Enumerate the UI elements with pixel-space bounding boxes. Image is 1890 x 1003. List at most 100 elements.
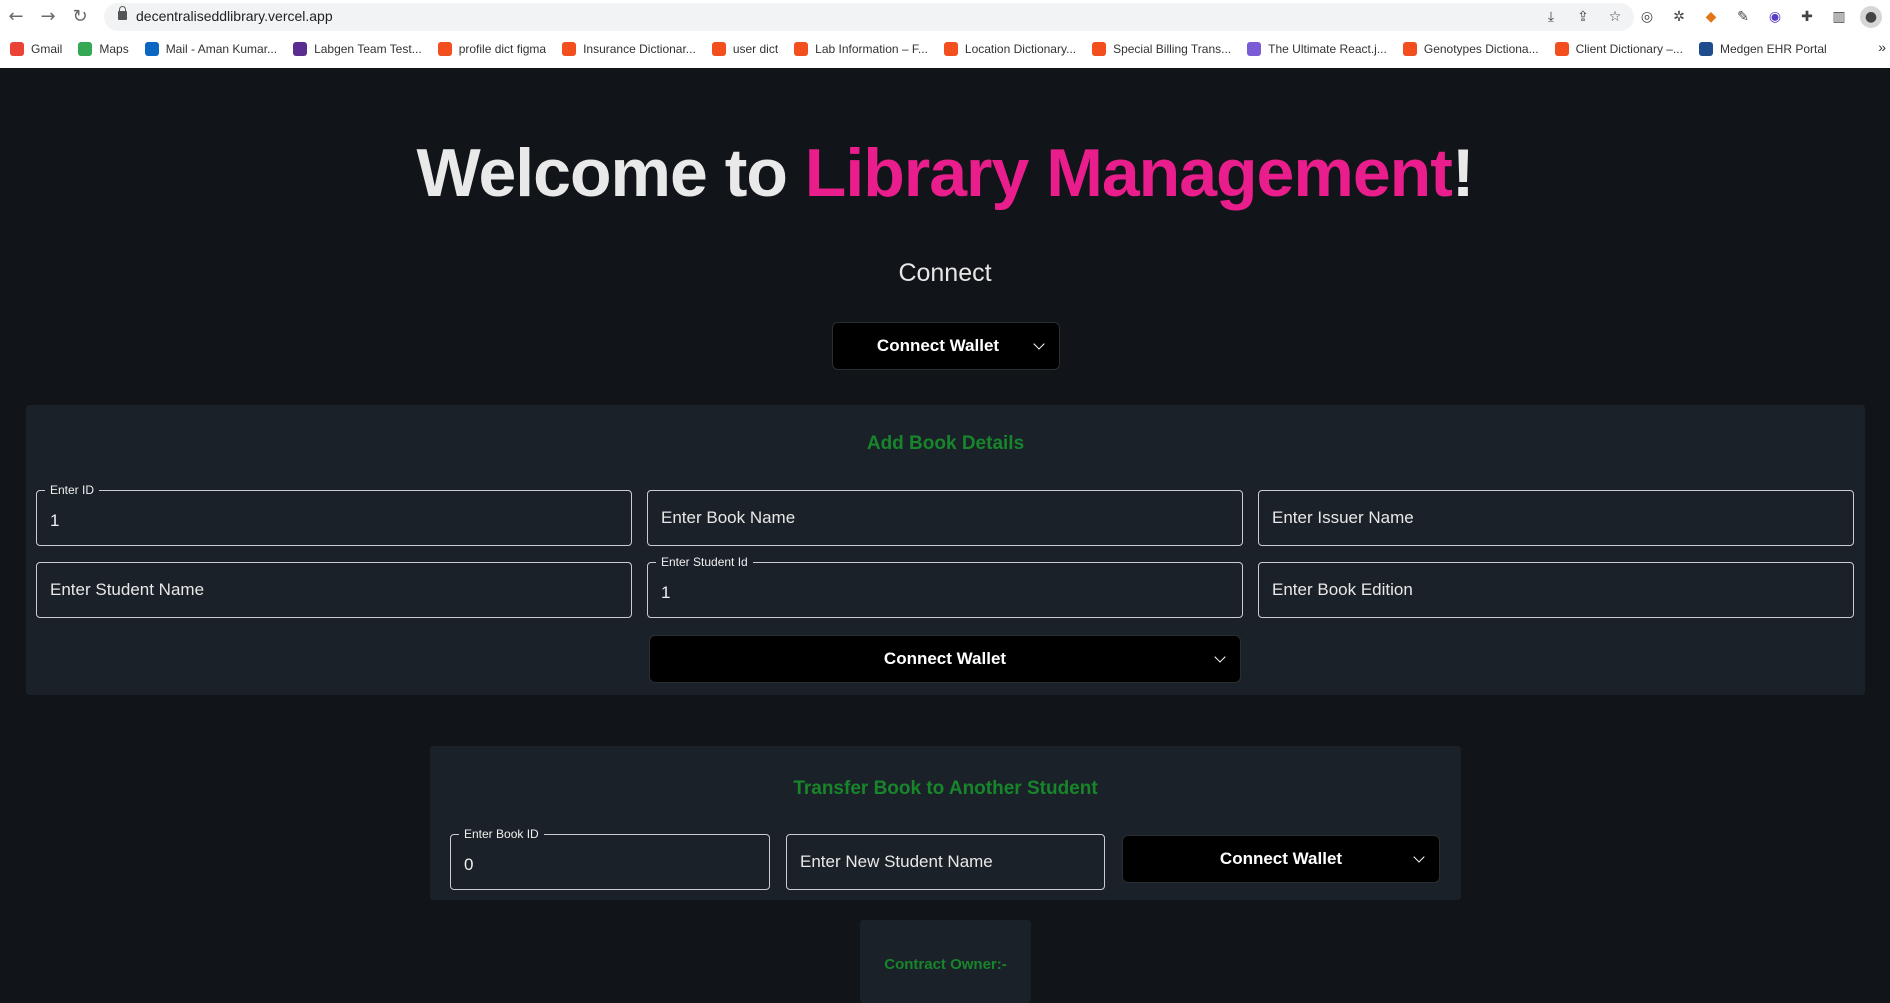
bookmark-favicon-icon bbox=[1698, 42, 1713, 56]
chevron-down-icon bbox=[1214, 651, 1226, 663]
bookmark-label: Medgen EHR Portal bbox=[1719, 42, 1827, 56]
bookmark-favicon-icon bbox=[144, 42, 159, 56]
transfer-connect-wallet-label: Connect Wallet bbox=[1219, 849, 1343, 868]
bookmark-item[interactable]: Location Dictionary... bbox=[943, 42, 1077, 56]
student-name-placeholder: Enter Student Name bbox=[50, 580, 205, 599]
bookmark-item[interactable]: Medgen EHR Portal bbox=[1698, 42, 1827, 56]
sidepanel-icon[interactable]: ▥ bbox=[1828, 6, 1850, 28]
book-id-field[interactable]: Enter ID 1 bbox=[36, 483, 632, 546]
new-student-name-placeholder: Enter New Student Name bbox=[800, 852, 993, 871]
extension-toolbar: ⤓ ⇪ ☆ ◎ ✲ ◆ ✎ ◉ ✚ ▥ ● bbox=[1540, 6, 1882, 28]
issuer-name-field[interactable]: Enter Issuer Name bbox=[1258, 490, 1854, 546]
add-book-connect-wallet-button[interactable]: Connect Wallet bbox=[649, 635, 1241, 683]
bookmark-label: Labgen Team Test... bbox=[314, 42, 422, 56]
eyedropper-icon[interactable]: ✎ bbox=[1732, 6, 1754, 28]
student-id-value: 1 bbox=[661, 583, 671, 602]
add-book-title: Add Book Details bbox=[866, 433, 1025, 454]
add-book-connect-wallet-label: Connect Wallet bbox=[883, 649, 1007, 668]
transfer-panel: Transfer Book to Another Student Enter B… bbox=[430, 746, 1461, 900]
page: Welcome to Library Management! Connect C… bbox=[0, 68, 1890, 1003]
bookmark-label: Client Dictionary –... bbox=[1575, 42, 1683, 56]
bookmark-favicon-icon bbox=[437, 42, 452, 56]
book-id-value: 1 bbox=[50, 511, 60, 530]
browser-chrome: ← → ↻ decentraliseddlibrary.vercel.app ⤓… bbox=[0, 0, 1890, 68]
title-suffix: ! bbox=[1451, 135, 1475, 211]
book-edition-placeholder: Enter Book Edition bbox=[1272, 580, 1413, 599]
student-name-field[interactable]: Enter Student Name bbox=[36, 562, 632, 618]
transfer-connect-wallet-button[interactable]: Connect Wallet bbox=[1122, 835, 1440, 883]
bookmark-favicon-icon bbox=[1092, 42, 1107, 56]
puzzle-icon[interactable]: ✚ bbox=[1796, 6, 1818, 28]
bookmark-item[interactable]: Gmail bbox=[10, 42, 62, 56]
student-id-field[interactable]: Enter Student Id 1 bbox=[647, 555, 1243, 618]
bookmark-favicon-icon bbox=[711, 42, 726, 56]
bookmark-label: Lab Information – F... bbox=[815, 42, 928, 56]
bookmark-item[interactable]: Lab Information – F... bbox=[794, 42, 928, 56]
bookmark-favicon-icon bbox=[293, 42, 308, 56]
back-arrow-icon[interactable]: ← bbox=[4, 5, 28, 29]
title-prefix: Welcome to bbox=[416, 135, 805, 211]
bookmark-label: Special Billing Trans... bbox=[1113, 42, 1232, 56]
new-student-name-field[interactable]: Enter New Student Name bbox=[786, 834, 1105, 890]
connect-wallet-button[interactable]: Connect Wallet bbox=[832, 322, 1060, 370]
transfer-book-id-value: 0 bbox=[464, 855, 474, 874]
bookmark-favicon-icon bbox=[78, 42, 93, 56]
bookmark-label: The Ultimate React.j... bbox=[1268, 42, 1387, 56]
bookmark-favicon-icon bbox=[562, 42, 577, 56]
bookmarks-bar: Gmail Maps Mail - Aman Kumar... Labgen Team… bbox=[0, 37, 1890, 61]
lock-icon bbox=[118, 6, 127, 20]
bookmark-item[interactable]: Client Dictionary –... bbox=[1554, 42, 1683, 56]
bookmark-label: Location Dictionary... bbox=[964, 42, 1077, 56]
chevron-down-icon bbox=[1413, 851, 1425, 863]
forward-arrow-icon[interactable]: → bbox=[36, 5, 60, 29]
bookmark-item[interactable]: Maps bbox=[78, 42, 129, 56]
bookmark-favicon-icon bbox=[1247, 42, 1262, 56]
bookmark-label: Gmail bbox=[31, 42, 63, 56]
bookmark-label: Genotypes Dictiona... bbox=[1423, 42, 1539, 56]
transfer-book-id-field[interactable]: Enter Book ID 0 bbox=[450, 827, 770, 890]
transfer-book-id-label: Enter Book ID bbox=[459, 827, 544, 841]
share-icon[interactable]: ⇪ bbox=[1572, 6, 1594, 28]
connect-wallet-label: Connect Wallet bbox=[876, 336, 1000, 355]
bookmark-item[interactable]: profile dict figma bbox=[437, 42, 547, 56]
bookmark-label: Maps bbox=[99, 42, 129, 56]
bookmark-label: Insurance Dictionar... bbox=[583, 42, 696, 56]
book-edition-field[interactable]: Enter Book Edition bbox=[1258, 562, 1854, 618]
student-id-label: Enter Student Id bbox=[656, 555, 753, 569]
bookmark-favicon-icon bbox=[794, 42, 809, 56]
metamask-icon[interactable]: ◆ bbox=[1700, 6, 1722, 28]
transfer-title: Transfer Book to Another Student bbox=[793, 778, 1098, 799]
bookmarks-more-icon[interactable]: » bbox=[1878, 39, 1886, 55]
extension-circle-icon[interactable]: ◉ bbox=[1764, 6, 1786, 28]
bookmark-label: user dict bbox=[732, 42, 779, 56]
bookmark-favicon-icon bbox=[1402, 42, 1417, 56]
address-bar-row: ← → ↻ decentraliseddlibrary.vercel.app ⤓… bbox=[0, 0, 1890, 34]
title-accent: Library Management bbox=[804, 135, 1453, 211]
bookmark-item[interactable]: Insurance Dictionar... bbox=[562, 42, 696, 56]
bookmark-label: Mail - Aman Kumar... bbox=[165, 42, 278, 56]
bookmark-item[interactable]: Genotypes Dictiona... bbox=[1402, 42, 1539, 56]
issuer-name-placeholder: Enter Issuer Name bbox=[1272, 508, 1414, 527]
book-name-placeholder: Enter Book Name bbox=[661, 508, 796, 527]
url-text: decentraliseddlibrary.vercel.app bbox=[136, 8, 333, 24]
book-id-label: Enter ID bbox=[45, 483, 100, 497]
contract-owner-label: Contract Owner:- bbox=[884, 956, 1007, 973]
bookmark-item[interactable]: Mail - Aman Kumar... bbox=[144, 42, 278, 56]
bookmark-favicon-icon bbox=[1554, 42, 1569, 56]
address-bar[interactable]: decentraliseddlibrary.vercel.app bbox=[104, 3, 1634, 31]
star-icon[interactable]: ☆ bbox=[1604, 6, 1626, 28]
chevron-down-icon bbox=[1033, 338, 1045, 350]
install-icon[interactable]: ⤓ bbox=[1540, 6, 1562, 28]
contract-owner-panel: Contract Owner:- bbox=[860, 920, 1031, 1003]
extension-icon[interactable]: ◎ bbox=[1636, 6, 1658, 28]
profile-avatar-icon[interactable]: ● bbox=[1860, 6, 1882, 28]
bookmark-label: profile dict figma bbox=[458, 42, 547, 56]
book-name-field[interactable]: Enter Book Name bbox=[647, 490, 1243, 546]
bookmark-item[interactable]: Special Billing Trans... bbox=[1092, 42, 1231, 56]
bookmark-favicon-icon bbox=[10, 42, 24, 56]
bookmark-item[interactable]: The Ultimate React.j... bbox=[1247, 42, 1387, 56]
bookmark-item[interactable]: Labgen Team Test... bbox=[293, 42, 422, 56]
bug-icon[interactable]: ✲ bbox=[1668, 6, 1690, 28]
bookmark-item[interactable]: user dict bbox=[711, 42, 779, 56]
reload-icon[interactable]: ↻ bbox=[68, 5, 92, 29]
